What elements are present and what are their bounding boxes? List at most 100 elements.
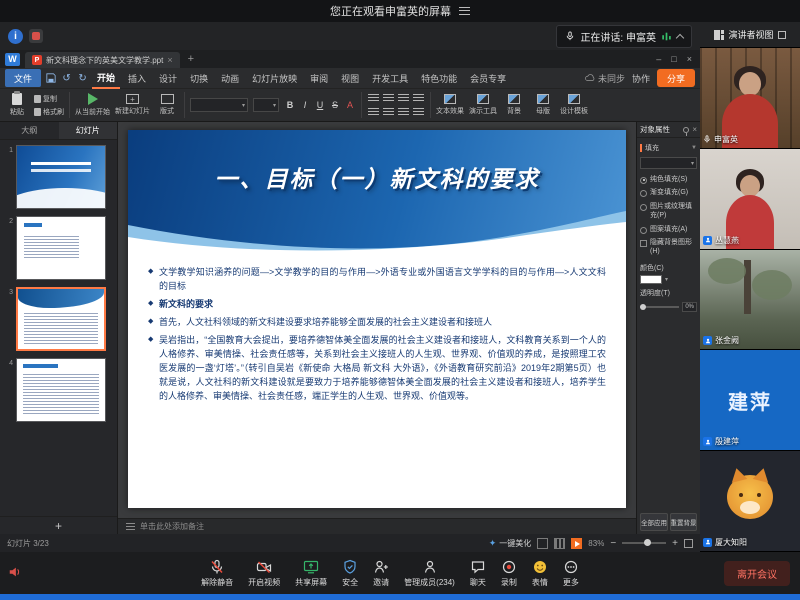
sync-status[interactable]: 未同步 [585, 72, 625, 85]
zoom-in-icon[interactable]: + [672, 538, 678, 549]
master-button[interactable]: 母版 [531, 94, 555, 116]
close-window-icon[interactable]: × [687, 54, 692, 64]
participant-tile-5[interactable]: 厦大知阳 [700, 451, 800, 552]
align-justify-icon[interactable] [413, 94, 424, 103]
design-template-button[interactable]: 设计模板 [560, 94, 588, 116]
minimize-icon[interactable]: – [656, 54, 661, 64]
transparency-slider[interactable] [640, 306, 679, 308]
bold-button[interactable]: B [284, 98, 296, 112]
color-swatch[interactable] [640, 275, 662, 284]
beautify-button[interactable]: ✦ 一键美化 [489, 538, 532, 549]
slide-canvas[interactable]: 一、目标（一）新文科的要求 文学教学知识涵养的问题—>文学教学的目的与作用—>外… [118, 122, 636, 518]
align-right-icon[interactable] [398, 94, 409, 103]
transparency-value[interactable]: 0% [682, 302, 697, 312]
slide-3[interactable]: 一、目标（一）新文科的要求 文学教学知识涵养的问题—>文学教学的目的与作用—>外… [128, 130, 626, 508]
fit-view-icon[interactable] [684, 539, 693, 548]
tab-features[interactable]: 特色功能 [416, 69, 462, 88]
present-tools-button[interactable]: 演示工具 [469, 94, 497, 116]
slide-body-textbox[interactable]: 文学教学知识涵养的问题—>文学教学的目的与作用—>外语专业或外国语言文学学科的目… [128, 256, 626, 403]
zoom-out-icon[interactable]: − [610, 538, 616, 549]
active-speaker-pill[interactable]: 正在讲话: 申富英 [556, 25, 692, 48]
chat-button[interactable]: 聊天 [470, 559, 486, 588]
indent-icon[interactable] [413, 108, 424, 117]
tab-transition[interactable]: 切换 [185, 69, 213, 88]
close-panel-icon[interactable]: × [692, 125, 697, 134]
reset-background-button[interactable]: 重置背景 [670, 513, 698, 531]
color-dropdown-icon[interactable]: ▾ [665, 276, 668, 283]
format-painter-button[interactable]: 格式刷 [34, 107, 64, 117]
share-screen-button[interactable]: 共享屏幕 [295, 559, 327, 588]
line-spacing-icon[interactable] [398, 108, 409, 117]
slide-thumbnail-1[interactable] [16, 145, 106, 209]
security-button[interactable]: 安全 [342, 559, 358, 588]
wps-logo-icon[interactable]: W [5, 53, 20, 66]
slide-sorter-icon[interactable] [554, 538, 565, 549]
zoom-slider[interactable] [622, 542, 666, 544]
font-size-select[interactable]: ▾ [253, 98, 279, 112]
strikethrough-button[interactable]: S [329, 98, 341, 112]
tab-home[interactable]: 开始 [92, 68, 120, 89]
text-effect-button[interactable]: 文本效果 [436, 94, 464, 116]
participant-tile-4[interactable]: 建萍 殷建萍 [700, 350, 800, 451]
participant-tile-1[interactable]: 申富英 [700, 48, 800, 149]
record-button[interactable]: 录制 [501, 559, 517, 588]
pin-icon[interactable] [683, 127, 689, 133]
invite-button[interactable]: 邀请 [373, 559, 389, 588]
slides-tab[interactable]: 幻灯片 [59, 122, 118, 139]
document-tab[interactable]: P 新文科理念下的英美文学教学.ppt × [25, 52, 180, 68]
tab-insert[interactable]: 插入 [123, 69, 151, 88]
undo-icon[interactable]: ↺ [60, 72, 73, 85]
start-video-button[interactable]: 开启视频 [248, 559, 280, 588]
manage-members-button[interactable]: 管理成员(234) [404, 559, 455, 588]
collapse-section-icon[interactable]: ▼ [691, 145, 697, 151]
copy-button[interactable]: 复制 [34, 94, 64, 104]
slide-thumbnail-3-selected[interactable] [16, 287, 106, 351]
speaker-view-button[interactable]: 演讲者视图 [700, 22, 800, 48]
tab-animation[interactable]: 动画 [216, 69, 244, 88]
hide-background-checkbox[interactable]: 隐藏背景图形(H) [637, 237, 700, 260]
fill-preset-select[interactable]: ▾ [640, 157, 697, 169]
add-slide-button[interactable]: + [0, 516, 117, 534]
tab-design[interactable]: 设计 [154, 69, 182, 88]
tab-developer[interactable]: 开发工具 [367, 69, 413, 88]
fill-option-picture[interactable]: 图片或纹理填充(P) [637, 201, 700, 224]
slide-thumbnail-2[interactable] [16, 216, 106, 280]
align-left-icon[interactable] [368, 94, 379, 103]
file-menu-button[interactable]: 文件 [5, 69, 41, 87]
close-tab-icon[interactable]: × [167, 55, 172, 65]
collaborate-button[interactable]: 协作 [632, 72, 650, 85]
number-list-icon[interactable] [383, 108, 394, 117]
maximize-icon[interactable]: □ [671, 54, 676, 64]
slide-thumbnail-4[interactable] [16, 358, 106, 422]
audio-device-icon[interactable] [8, 565, 22, 584]
layout-button[interactable]: 版式 [155, 94, 179, 116]
tab-member[interactable]: 会员专享 [465, 69, 511, 88]
reactions-button[interactable]: 表情 [532, 559, 548, 588]
apply-all-button[interactable]: 全部应用 [640, 513, 668, 531]
meeting-info-icon[interactable]: i [8, 29, 23, 44]
slideshow-icon[interactable] [571, 538, 582, 549]
outline-tab[interactable]: 大纲 [0, 122, 59, 139]
new-tab-icon[interactable]: + [185, 53, 197, 65]
new-slide-button[interactable]: + 新建幻灯片 [115, 94, 150, 116]
tab-slideshow[interactable]: 幻灯片放映 [247, 69, 302, 88]
fill-option-solid[interactable]: 纯色填充(S) [637, 173, 700, 187]
paste-button[interactable]: 粘贴 [5, 93, 29, 117]
save-icon[interactable] [44, 72, 57, 85]
fill-option-gradient[interactable]: 渐变填充(G) [637, 187, 700, 201]
participant-tile-3[interactable]: 张金阙 [700, 250, 800, 351]
slide-title[interactable]: 一、目标（一）新文科的要求 [128, 160, 626, 194]
tab-view[interactable]: 视图 [336, 69, 364, 88]
bullet-list-icon[interactable] [368, 108, 379, 117]
share-button[interactable]: 分享 [657, 69, 695, 87]
italic-button[interactable]: I [299, 98, 311, 112]
participant-tile-2[interactable]: 丛慧燕 [700, 149, 800, 250]
redo-icon[interactable]: ↻ [76, 72, 89, 85]
underline-button[interactable]: U [314, 98, 326, 112]
banner-menu-icon[interactable] [459, 7, 470, 15]
font-color-button[interactable]: A [344, 98, 356, 112]
unmute-button[interactable]: 解除静音 [201, 559, 233, 588]
more-button[interactable]: 更多 [563, 559, 579, 588]
tab-review[interactable]: 审阅 [305, 69, 333, 88]
leave-meeting-button[interactable]: 离开会议 [724, 561, 790, 586]
